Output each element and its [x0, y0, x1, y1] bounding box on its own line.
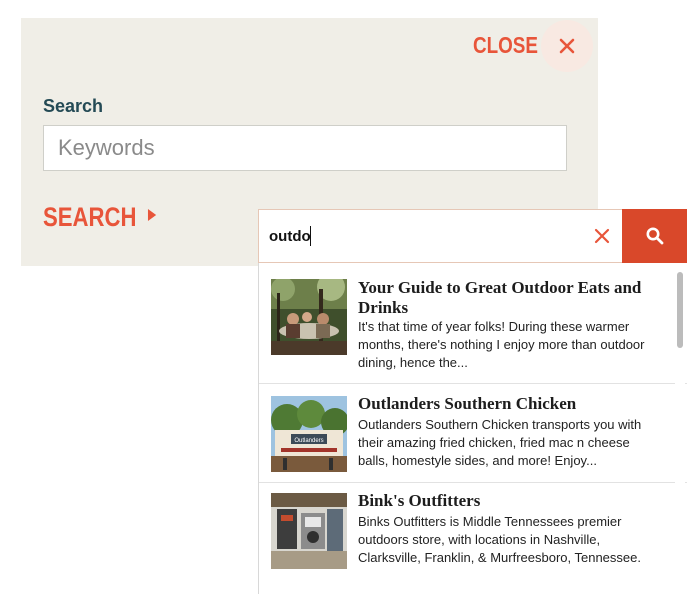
result-title: Your Guide to Great Outdoor Eats and Dri… — [358, 278, 642, 317]
search-submit-button[interactable] — [622, 209, 687, 263]
search-heading: Search — [43, 96, 104, 116]
clear-button[interactable] — [593, 227, 611, 250]
result-thumbnail-restaurant: Outlanders — [271, 396, 347, 472]
triangle-right-icon — [147, 209, 157, 221]
keywords-input[interactable] — [43, 125, 567, 171]
autocomplete-search-box — [258, 209, 687, 263]
result-thumbnail-store — [271, 493, 347, 569]
scrollbar-thumb[interactable] — [677, 272, 683, 348]
search-link-label: SEARCH — [43, 202, 137, 232]
result-description: Outlanders Southern Chicken transports y… — [358, 417, 642, 468]
search-link[interactable]: SEARCH — [43, 202, 157, 233]
close-button[interactable] — [541, 20, 593, 72]
result-description: It's that time of year folks! During the… — [358, 319, 645, 370]
close-label[interactable]: CLOSE — [473, 32, 538, 59]
clear-x-icon — [594, 228, 610, 244]
restaurant-sign-text: Outlanders — [294, 438, 323, 444]
result-item[interactable]: Bink's Outfitters Binks Outfitters is Mi… — [259, 483, 687, 594]
result-title: Outlanders Southern Chicken — [358, 394, 577, 413]
result-title: Bink's Outfitters — [358, 491, 481, 510]
close-x-icon — [559, 38, 575, 54]
result-thumbnail-outdoor-dining — [271, 279, 347, 355]
text-caret — [310, 226, 311, 246]
result-description: Binks Outfitters is Middle Tennessees pr… — [358, 514, 641, 565]
magnifier-icon — [646, 227, 664, 245]
result-item[interactable]: Your Guide to Great Outdoor Eats and Dri… — [259, 263, 687, 384]
autocomplete-results: Your Guide to Great Outdoor Eats and Dri… — [258, 263, 687, 594]
results-scrollbar[interactable] — [675, 270, 685, 594]
result-item[interactable]: Outlanders Outlanders Southern Chicken O… — [259, 384, 687, 483]
